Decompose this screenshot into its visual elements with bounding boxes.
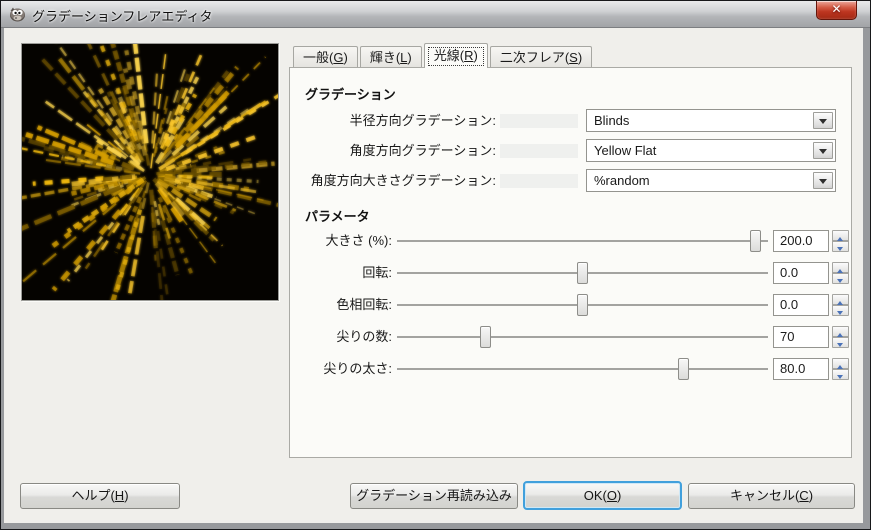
angular-size-gradient-swatch <box>500 174 578 188</box>
rotation-spinner <box>832 262 849 284</box>
flare-preview <box>21 43 279 301</box>
angular-gradient-swatch <box>500 144 578 158</box>
spin-up-icon[interactable] <box>832 230 849 241</box>
ok-button[interactable]: OK(O) <box>523 481 682 510</box>
spike-thickness-input[interactable]: 80.0 <box>773 358 829 380</box>
slider-track[interactable] <box>397 240 768 242</box>
slider-thumb[interactable] <box>479 326 491 348</box>
spin-up-icon[interactable] <box>832 262 849 273</box>
spin-down-icon[interactable] <box>832 241 849 252</box>
spin-up-icon[interactable] <box>832 294 849 305</box>
tab-glow[interactable]: 輝き(L) <box>359 46 422 68</box>
parameters-section-title: パラメータ <box>305 209 370 224</box>
slider-thumb[interactable] <box>577 294 588 316</box>
help-button[interactable]: ヘルプ(H) <box>20 483 180 509</box>
spike-thickness-slider[interactable] <box>397 358 768 380</box>
tab-general[interactable]: 一般(G) <box>293 46 358 68</box>
size-label: 大きさ (%): <box>325 233 392 248</box>
spike-count-label: 尖りの数: <box>336 329 392 344</box>
angular-gradient-select[interactable]: Yellow Flat <box>586 139 836 162</box>
tab-second-flares[interactable]: 二次フレア(S) <box>489 46 593 68</box>
spike-thickness-spinner <box>832 358 849 380</box>
chevron-down-icon[interactable] <box>813 172 833 189</box>
angular-gradient-label: 角度方向グラデーション: <box>349 143 496 158</box>
rotation-slider[interactable] <box>397 262 768 284</box>
reload-gradients-button[interactable]: グラデーション再読み込み <box>350 483 518 509</box>
slider-track[interactable] <box>397 336 768 338</box>
spin-down-icon[interactable] <box>832 369 849 380</box>
close-button[interactable]: ✕ <box>816 1 857 20</box>
spin-up-icon[interactable] <box>832 326 849 337</box>
gimp-wilber-icon <box>10 7 25 22</box>
spike-thickness-label: 尖りの太さ: <box>323 361 392 376</box>
spike-count-spinner <box>832 326 849 348</box>
slider-thumb[interactable] <box>577 262 588 284</box>
radial-gradient-select[interactable]: Blinds <box>586 109 836 132</box>
hue-rotation-label: 色相回転: <box>336 297 392 312</box>
slider-thumb[interactable] <box>677 358 689 380</box>
chevron-down-icon[interactable] <box>813 142 833 159</box>
dialog-content: 一般(G) 輝き(L) 光線(R) 二次フレア(S) グラデーション 半径方向グ… <box>4 28 863 523</box>
spin-down-icon[interactable] <box>832 273 849 284</box>
size-spinner <box>832 230 849 252</box>
spike-count-slider[interactable] <box>397 326 768 348</box>
spike-count-input[interactable]: 70 <box>773 326 829 348</box>
radial-gradient-label: 半径方向グラデーション: <box>349 113 496 128</box>
chevron-down-icon[interactable] <box>813 112 833 129</box>
spin-up-icon[interactable] <box>832 358 849 369</box>
window-title: グラデーションフレアエディタ <box>32 9 213 24</box>
rotation-input[interactable]: 0.0 <box>773 262 829 284</box>
rotation-label: 回転: <box>362 265 392 280</box>
spin-down-icon[interactable] <box>832 305 849 316</box>
radial-gradient-swatch <box>500 114 578 128</box>
angular-size-gradient-label: 角度方向大きさグラデーション: <box>310 173 496 188</box>
gradient-flare-editor-dialog: グラデーションフレアエディタ ✕ 一般(G) 輝き(L) 光線(R) 二次フレア… <box>0 0 871 530</box>
hue-rotation-input[interactable]: 0.0 <box>773 294 829 316</box>
tab-rays[interactable]: 光線(R) <box>423 43 488 68</box>
spin-down-icon[interactable] <box>832 337 849 348</box>
slider-track[interactable] <box>397 368 768 370</box>
hue-rotation-slider[interactable] <box>397 294 768 316</box>
size-slider[interactable] <box>397 230 768 252</box>
cancel-button[interactable]: キャンセル(C) <box>688 483 855 509</box>
hue-rotation-spinner <box>832 294 849 316</box>
flare-preview-image <box>22 44 278 300</box>
size-input[interactable]: 200.0 <box>773 230 829 252</box>
slider-thumb[interactable] <box>749 230 761 252</box>
tab-bar: 一般(G) 輝き(L) 光線(R) 二次フレア(S) <box>293 43 594 68</box>
gradients-section-title: グラデーション <box>305 87 396 102</box>
angular-size-gradient-select[interactable]: %random <box>586 169 836 192</box>
titlebar[interactable]: グラデーションフレアエディタ ✕ <box>1 1 870 28</box>
